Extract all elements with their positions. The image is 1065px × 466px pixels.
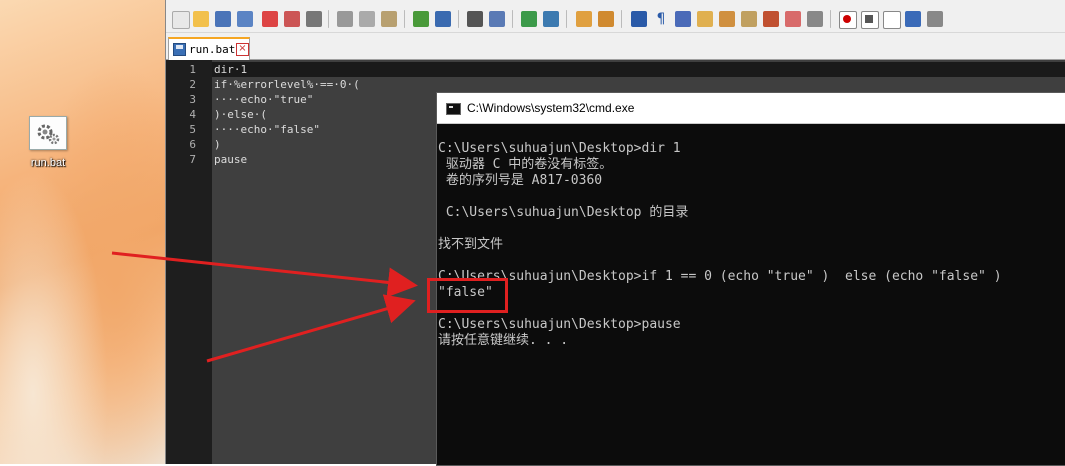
annotation-arrows xyxy=(111,251,418,363)
annotation-arrow-upper xyxy=(111,251,418,298)
annotation-arrow-lower xyxy=(206,294,416,363)
